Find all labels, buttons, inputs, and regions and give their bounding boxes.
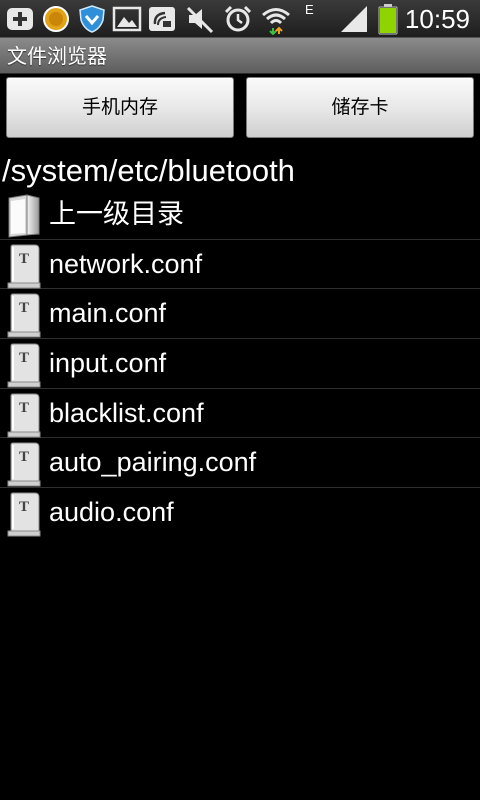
screen: E 10:59 文件浏览器 手机内存 储存卡 /system/etc/bluet… xyxy=(0,0,480,800)
svg-text:T: T xyxy=(19,449,29,465)
svg-text:T: T xyxy=(19,300,29,316)
satellite-dish-icon xyxy=(149,7,175,31)
sd-card-button[interactable]: 储存卡 xyxy=(246,77,474,138)
file-name: auto_pairing.conf xyxy=(49,447,257,478)
svg-text:T: T xyxy=(19,499,29,515)
parent-directory-label: 上一级目录 xyxy=(49,199,184,229)
app-title: 文件浏览器 xyxy=(7,44,107,68)
parent-folder-icon xyxy=(8,194,40,238)
coin-icon xyxy=(43,6,69,32)
file-row[interactable]: T input.conf xyxy=(0,339,480,389)
file-name: main.conf xyxy=(49,298,167,329)
phone-memory-button[interactable]: 手机内存 xyxy=(6,77,234,138)
network-type-label: E xyxy=(305,2,314,17)
file-list: 上一级目录 T network.conf T main.conf T input… xyxy=(0,190,480,538)
battery-icon xyxy=(378,4,398,35)
file-name: audio.conf xyxy=(49,497,174,528)
file-name: network.conf xyxy=(49,248,203,279)
file-name: input.conf xyxy=(49,348,167,379)
parent-directory-row[interactable]: 上一级目录 xyxy=(0,190,480,240)
text-file-icon: T xyxy=(7,393,41,438)
svg-text:T: T xyxy=(19,350,29,366)
svg-text:T: T xyxy=(19,251,29,267)
app-title-bar: 文件浏览器 xyxy=(0,38,480,74)
status-bar: E 10:59 xyxy=(0,0,480,38)
text-file-icon: T xyxy=(7,492,41,537)
file-row[interactable]: T audio.conf xyxy=(0,488,480,538)
file-row[interactable]: T main.conf xyxy=(0,289,480,340)
shield-icon xyxy=(79,5,105,33)
file-name: blacklist.conf xyxy=(49,397,204,428)
wifi-icon xyxy=(262,8,290,35)
add-notification-icon xyxy=(7,8,33,30)
text-file-icon: T xyxy=(7,442,41,487)
file-row[interactable]: T network.conf xyxy=(0,240,480,290)
text-file-icon: T xyxy=(7,343,41,388)
clock: 10:59 xyxy=(404,4,470,34)
alarm-icon xyxy=(224,5,252,32)
svg-text:T: T xyxy=(19,400,29,416)
file-row[interactable]: T blacklist.conf xyxy=(0,389,480,439)
signal-icon xyxy=(341,6,367,32)
text-file-icon: T xyxy=(7,293,41,338)
mute-icon xyxy=(186,6,214,34)
gallery-icon xyxy=(112,6,142,32)
current-path: /system/etc/bluetooth xyxy=(2,153,295,188)
file-row[interactable]: T auto_pairing.conf xyxy=(0,438,480,489)
text-file-icon: T xyxy=(7,244,41,289)
